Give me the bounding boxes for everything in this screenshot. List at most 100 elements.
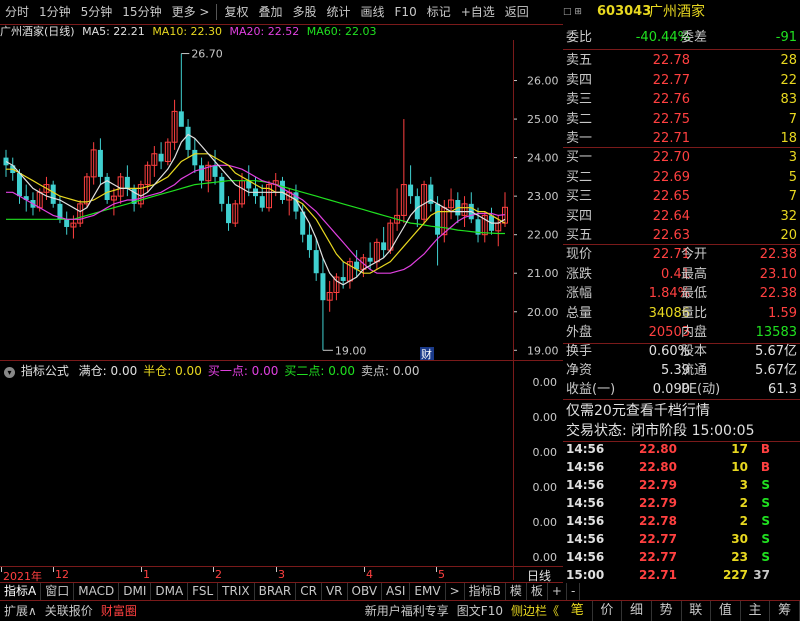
tick-time: 14:56 (566, 514, 605, 528)
indicator-tab-16[interactable]: 板 (527, 583, 548, 600)
indicator-tab-8[interactable]: CR (296, 583, 322, 600)
tick-row: 14:56 22.80 10 B (563, 458, 800, 476)
indicator-axis-label: 0.00 (532, 376, 558, 389)
ask-row-volume: 28 (780, 53, 797, 68)
status-right-2[interactable]: 侧边栏《 (507, 601, 563, 621)
fundamental-value: 5.67亿 (755, 363, 797, 378)
date-tick (1, 567, 2, 572)
indicator-title[interactable]: 指标公式 (21, 364, 69, 378)
tick-price: 22.80 (639, 442, 677, 456)
promo-link[interactable]: 仅需20元查看千档行情 (563, 401, 800, 421)
indicator-tab-11[interactable]: ASI (382, 583, 411, 600)
indicator-tab-13[interactable]: > (446, 583, 465, 600)
ask-row: 卖五 22.78 28 (563, 51, 800, 71)
axis-divider (513, 40, 514, 580)
tick-time: 14:56 (566, 496, 605, 510)
indicator-tab-0[interactable]: 指标A (0, 583, 42, 600)
stat-row: 现价 22.71 今开 22.38 (563, 245, 800, 265)
quote-tab-4[interactable]: 联 (682, 601, 712, 621)
quote-tab-0[interactable]: 笔 (563, 601, 593, 621)
date-tick (436, 567, 437, 572)
stat-label: 今开 (681, 247, 708, 262)
bid-row-price: 22.63 (652, 228, 690, 243)
toolbar-button-4[interactable]: 画线 (356, 0, 390, 24)
stock-title: 603043 广州酒家 (563, 0, 800, 24)
toolbar-button-5[interactable]: F10 (390, 0, 422, 24)
indicator-tab-14[interactable]: 指标B (465, 583, 506, 600)
toolbar-tab-1[interactable]: 1分钟 (34, 0, 76, 24)
date-label: 1 (143, 568, 150, 581)
tick-row: 14:56 22.79 2 S (563, 494, 800, 512)
bid-row: 买四 22.64 32 (563, 207, 800, 227)
toolbar-button-3[interactable]: 统计 (322, 0, 356, 24)
ask-row-price: 22.78 (652, 53, 690, 68)
candle-body (226, 203, 232, 224)
toolbar-tab-3[interactable]: 15分钟 (117, 0, 166, 24)
ma5-line (5, 133, 506, 286)
indicator-tab-3[interactable]: DMI (119, 583, 152, 600)
status-left-0[interactable]: 扩展∧ (0, 601, 41, 621)
candle-body (192, 149, 198, 166)
stat-label: 最高 (681, 266, 708, 282)
quote-tab-5[interactable]: 值 (711, 601, 741, 621)
indicator-item-2: 买一点: 0.00 (207, 364, 279, 378)
toolbar-button-0[interactable]: 复权 (219, 0, 253, 24)
indicator-tab-15[interactable]: 模 (506, 583, 527, 600)
promo-text[interactable]: 仅需20元查看千档行情 (566, 401, 710, 421)
bid-row-label: 买五 (566, 228, 593, 243)
stat-row: 涨幅 1.84% 最低 22.38 (563, 284, 800, 304)
toolbar-tab-4[interactable]: 更多 > (167, 0, 215, 24)
status-left-2[interactable]: 财富圈 (97, 601, 141, 621)
tick-row: 14:56 22.77 23 S (563, 548, 800, 566)
indicator-tab-2[interactable]: MACD (74, 583, 120, 600)
ask-row-label: 卖一 (566, 131, 593, 146)
indicator-tab-5[interactable]: FSL (188, 583, 219, 600)
quote-tab-3[interactable]: 势 (652, 601, 682, 621)
toolbar-tab-0[interactable]: 分时 (0, 0, 34, 24)
indicator-tab-6[interactable]: TRIX (218, 583, 255, 600)
toolbar-button-6[interactable]: 标记 (422, 0, 456, 24)
tick-price: 22.77 (639, 532, 677, 546)
ask-row: 卖二 22.75 7 (563, 110, 800, 130)
toolbar-button-2[interactable]: 多股 (287, 0, 321, 24)
status-left-1[interactable]: 关联报价 (41, 601, 97, 621)
indicator-tab-10[interactable]: OBV (348, 583, 383, 600)
indicator-tab-7[interactable]: BRAR (255, 583, 297, 600)
indicator-tab-4[interactable]: DMA (151, 583, 189, 600)
quote-tab-1[interactable]: 价 (593, 601, 623, 621)
indicator-tab-1[interactable]: 窗口 (41, 583, 75, 600)
indicator-item-3: 买二点: 0.00 (284, 364, 355, 378)
indicator-item-4: 卖点: 0.00 (360, 364, 420, 378)
tick-side: S (761, 514, 770, 528)
toolbar-button-1[interactable]: 叠加 (253, 0, 287, 24)
quote-tab-7[interactable]: 筹 (770, 601, 800, 621)
y-tick-label: 22.00 (527, 229, 559, 242)
stat-value: 1.59 (768, 305, 797, 321)
status-right-0[interactable]: 新用户福利专享 (361, 601, 453, 621)
bid-row-volume: 3 (788, 150, 797, 165)
tick-time: 14:56 (566, 442, 605, 456)
quote-tab-2[interactable]: 细 (622, 601, 652, 621)
candlestick-chart[interactable]: 26.00 25.00 24.00 23.00 22.00 21.00 20.00 19.00… (0, 40, 563, 360)
fundamental-row: 净资 5.39 流通 5.67亿 (563, 361, 800, 381)
toolbar-button-8[interactable]: 返回 (500, 0, 534, 24)
tick-row: 14:56 22.77 30 S (563, 530, 800, 548)
toolbar-button-7[interactable]: +自选 (456, 0, 500, 24)
indicator-tab-9[interactable]: VR (322, 583, 348, 600)
bid-row-label: 买四 (566, 208, 593, 224)
quote-tab-6[interactable]: 主 (741, 601, 771, 621)
indicator-axis-label: 0.00 (532, 446, 558, 459)
tick-price: 22.78 (639, 514, 677, 528)
status-right-1[interactable]: 图文F10 (453, 601, 507, 621)
chevron-down-icon[interactable]: ▾ (4, 367, 15, 378)
date-label: 12 (55, 568, 69, 581)
toolbar-tab-2[interactable]: 5分钟 (76, 0, 118, 24)
bid-row: 买五 22.63 20 (563, 226, 800, 246)
tick-volume: 2 (739, 514, 748, 528)
tick-price: 22.79 (639, 496, 677, 510)
indicator-tab-12[interactable]: EMV (410, 583, 446, 600)
date-tick (53, 567, 54, 572)
stock-name-label[interactable]: 广州酒家(日线) (0, 25, 75, 38)
stock-code: 603043 (597, 4, 652, 19)
bid-row-label: 买三 (566, 189, 593, 204)
